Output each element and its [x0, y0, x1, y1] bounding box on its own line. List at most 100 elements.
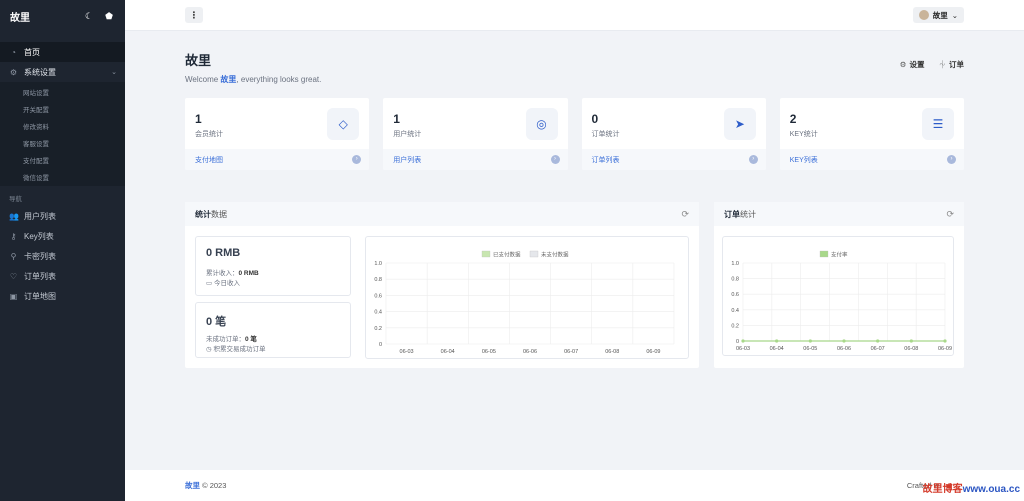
data-point — [943, 339, 947, 343]
stat-card-orders: 0 订单统计 ➤ 订单列表 › — [581, 98, 766, 170]
avatar — [918, 10, 929, 20]
y-tick-label: 0.2 — [374, 326, 382, 332]
y-tick-label: 0.4 — [731, 308, 739, 314]
card-value: 0 — [591, 112, 599, 126]
revenue-today-label: 今日收入 — [213, 280, 240, 287]
watermark-red: 故里博客 — [922, 484, 963, 495]
panel-title: 订单统计 — [724, 209, 756, 220]
card-value: 2 — [789, 112, 797, 126]
x-tick-label: 06-05 — [482, 349, 496, 355]
key-icon: ⚷ — [10, 231, 17, 241]
moon-icon[interactable]: ☾ — [83, 10, 95, 22]
welcome-suffix: , everything looks great. — [236, 75, 322, 84]
user-circle-icon: ◎ — [525, 108, 558, 140]
submenu-item[interactable]: 微信设置 — [0, 168, 125, 185]
sidebar: 故里 ☾ ⬟ ◔ 首页 ⚙ 系统设置 ⌄ 网站设置 开关配置 修改资料 客服设置… — [0, 0, 125, 501]
sidebar-item-label: 系统设置 — [24, 67, 56, 77]
panel-title-bold: 统计 — [195, 209, 211, 219]
data-point — [842, 339, 846, 343]
legend-label: 未支付数据 — [541, 251, 569, 259]
x-tick-label: 06-08 — [605, 349, 619, 355]
card-value: 1 — [195, 112, 202, 126]
sidebar-item-cards[interactable]: ⚲ 卡密列表 — [0, 246, 125, 266]
card-footer-link[interactable]: KEY列表 › — [779, 149, 964, 170]
welcome-name-link[interactable]: 故里 — [220, 75, 236, 84]
wallet-icon: ▭ — [206, 280, 213, 287]
card-link-label: 支付地图 — [195, 156, 223, 164]
diamond-icon: ◇ — [327, 108, 360, 140]
revenue-total-value: 0 RMB — [238, 270, 259, 277]
footer: 故里 © 2023 Crafted w 故里博客www.oua.cc — [125, 470, 1024, 501]
card-footer-link[interactable]: 用户列表 › — [383, 149, 568, 170]
card-footer-link[interactable]: 订单列表 › — [581, 149, 766, 170]
refresh-icon[interactable]: ⟳ — [681, 209, 689, 220]
legend-label: 已支付数据 — [493, 251, 521, 259]
arrow-right-icon: › — [550, 155, 560, 164]
list-icon: ☰ — [922, 108, 954, 140]
card-link-label: 用户列表 — [393, 156, 422, 164]
sidebar-item-label: 用户列表 — [24, 211, 56, 221]
sidebar-item-label: 卡密列表 — [24, 251, 56, 261]
data-point — [808, 339, 812, 343]
bar-chart-box: 已支付数据 未支付数据 0 0.2 0.4 0.6 0.8 1.0 06-03 06-04 06-0… — [365, 236, 689, 359]
footer-brand-link[interactable]: 故里 — [185, 481, 200, 490]
data-point — [909, 339, 913, 343]
bar-chart: 已支付数据 未支付数据 0 0.2 0.4 0.6 0.8 1.0 06-03 06-04 06-0… — [374, 250, 675, 355]
arrow-right-icon: › — [352, 155, 362, 164]
submenu-item[interactable]: 网站设置 — [0, 83, 125, 100]
stats-panel: 统计数据 ⟳ 0 RMB 累计收入：0 RMB ▭ 今日收入 0 笔 未成功订单… — [185, 202, 699, 368]
stat-card-members: 1 会员统计 ◇ 支付地图 › — [185, 98, 370, 170]
x-tick-label: 06-03 — [400, 349, 414, 355]
x-tick-label: 06-04 — [441, 349, 455, 355]
orders-label: 订单 — [949, 60, 964, 69]
y-tick-label: 1.0 — [731, 261, 739, 267]
panel-title-rest: 数据 — [211, 209, 227, 219]
orders-link[interactable]: ⏆ 订单 — [939, 59, 965, 70]
panel-header: 统计数据 ⟳ — [185, 202, 699, 226]
sidebar-item-label: 订单列表 — [24, 271, 56, 281]
sidebar-item-home[interactable]: ◔ 首页 — [0, 42, 125, 62]
sidebar-item-order-map[interactable]: ▣ 订单地图 — [0, 286, 125, 306]
line-chart: 支付率 0 0.2 0.4 0.6 0.8 1.0 06-03 06-04 06-05 06-06 0… — [731, 251, 952, 353]
card-label: 会员统计 — [195, 131, 223, 138]
y-tick-label: 0.6 — [731, 292, 739, 298]
sidebar-item-label: 订单地图 — [24, 291, 56, 301]
submenu-item[interactable]: 支付配置 — [0, 151, 125, 168]
submenu-item[interactable]: 客服设置 — [0, 134, 125, 151]
revenue-total: 累计收入：0 RMB — [206, 267, 259, 277]
menu-button[interactable]: ⋮ — [185, 7, 203, 23]
x-tick-label: 06-09 — [938, 346, 952, 352]
user-menu-button[interactable]: 故里 ⌄ — [912, 7, 964, 23]
sidebar-item-users[interactable]: 👥 用户列表 — [0, 206, 125, 226]
settings-link[interactable]: ⚙ 设置 — [900, 59, 925, 70]
revenue-value: 0 RMB — [206, 247, 241, 259]
more-vertical-icon: ⋮ — [189, 9, 199, 20]
data-point — [741, 339, 745, 343]
x-tick-label: 06-04 — [770, 346, 784, 352]
username: 故里 — [932, 10, 948, 20]
x-tick-label: 06-09 — [646, 349, 660, 355]
pin-icon[interactable]: ⬟ — [103, 10, 115, 22]
chevron-down-icon: ⌄ — [111, 69, 117, 76]
clock-icon: ◷ — [206, 346, 212, 353]
sidebar-item-orders[interactable]: ♡ 订单列表 — [0, 266, 125, 286]
submenu-item[interactable]: 开关配置 — [0, 100, 125, 117]
legend-label: 支付率 — [831, 251, 848, 259]
submenu-item[interactable]: 修改资料 — [0, 117, 125, 134]
refresh-icon[interactable]: ⟳ — [946, 209, 954, 220]
brand-name[interactable]: 故里 — [10, 9, 30, 24]
users-icon: 👥 — [9, 211, 19, 221]
card-link-label: KEY列表 — [789, 156, 818, 164]
nav-heading: 导航 — [9, 196, 22, 203]
x-tick-label: 06-05 — [803, 346, 817, 352]
card-footer-link[interactable]: 支付地图 › — [185, 149, 370, 170]
settings-icon: ⚙ — [9, 67, 18, 77]
y-tick-label: 0 — [379, 342, 382, 348]
send-icon: ➤ — [723, 108, 756, 140]
main-content: ⋮ 故里 ⌄ 故里 Welcome 故里, everything looks g… — [125, 0, 1024, 501]
orders-success: ◷ 积累交易成功订单 — [206, 343, 265, 353]
legend-swatch — [529, 250, 539, 258]
card-value: 1 — [393, 112, 400, 126]
sidebar-item-keys[interactable]: ⚷ Key列表 — [0, 226, 125, 246]
sidebar-item-system-settings[interactable]: ⚙ 系统设置 ⌄ — [0, 62, 125, 82]
